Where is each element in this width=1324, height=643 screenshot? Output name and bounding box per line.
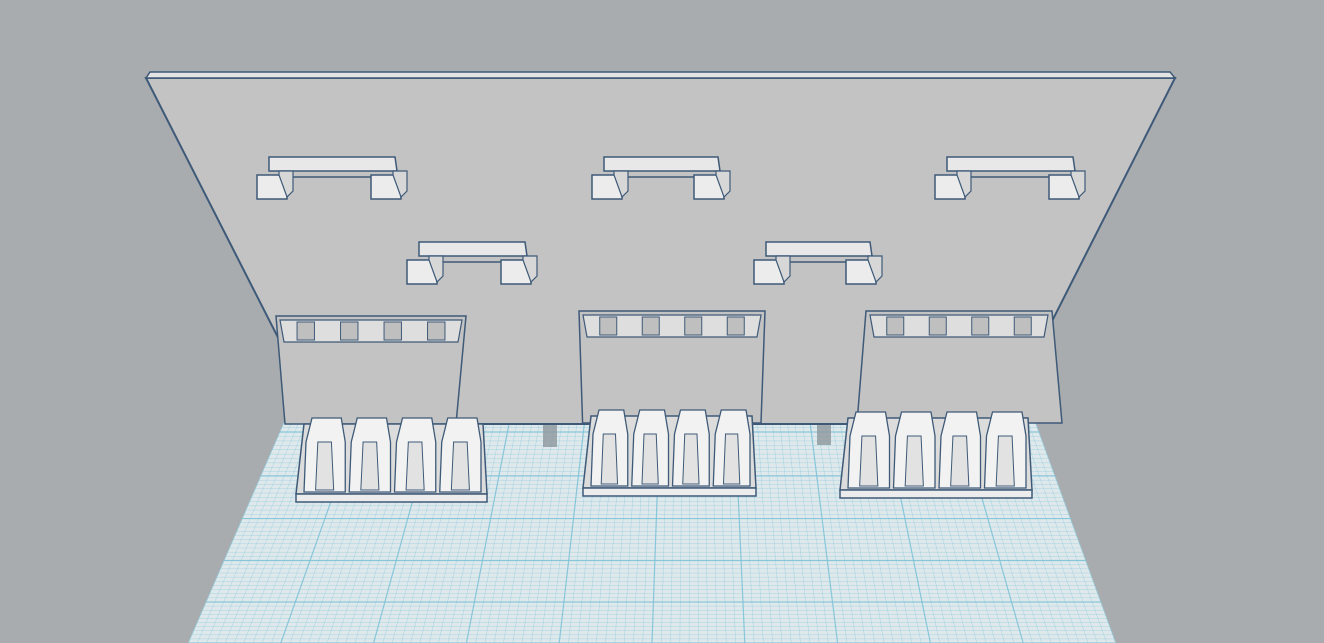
hook-bar [418, 241, 528, 257]
hook-bar [765, 241, 873, 257]
hook-bar [946, 156, 1076, 172]
battery-holders[interactable] [275, 310, 1063, 503]
holder-tray-front [582, 487, 757, 497]
battery-slot-groove [859, 435, 879, 487]
battery-slot-groove [950, 435, 970, 487]
shadow [543, 425, 557, 447]
clip-slot [684, 316, 703, 336]
battery-slot-groove [995, 435, 1015, 487]
clip-slot [971, 316, 990, 336]
battery-holder[interactable] [578, 310, 766, 497]
clip-slot [383, 321, 402, 341]
scene-canvas[interactable] [0, 0, 1324, 643]
clip-slot [296, 321, 315, 341]
battery-slot-groove [682, 433, 700, 485]
battery-slot-groove [722, 433, 741, 485]
3d-viewport[interactable] [0, 0, 1324, 643]
clip-slot [340, 321, 359, 341]
holder-tray-front [295, 493, 488, 503]
clip-slot [928, 316, 947, 336]
battery-slot-groove [405, 441, 425, 491]
clip-slot [886, 316, 905, 336]
clip-slot [427, 321, 446, 341]
clip-slot [599, 316, 618, 336]
clip-slot [1013, 316, 1032, 336]
hook-bar [603, 156, 721, 172]
holder-tray-front [839, 489, 1033, 499]
clip-slot [641, 316, 660, 336]
wall-top-edge [144, 71, 1177, 79]
battery-slot-groove [641, 433, 659, 485]
battery-slot-groove [904, 435, 924, 487]
battery-holder[interactable] [839, 310, 1063, 499]
battery-slot-groove [450, 441, 470, 491]
battery-slot-groove [360, 441, 380, 491]
clip-slot [726, 316, 745, 336]
battery-slot-groove [600, 433, 619, 485]
hook-bar [268, 156, 398, 172]
shadow [817, 425, 831, 445]
battery-slot-groove [315, 441, 335, 491]
battery-holder[interactable] [275, 315, 488, 503]
